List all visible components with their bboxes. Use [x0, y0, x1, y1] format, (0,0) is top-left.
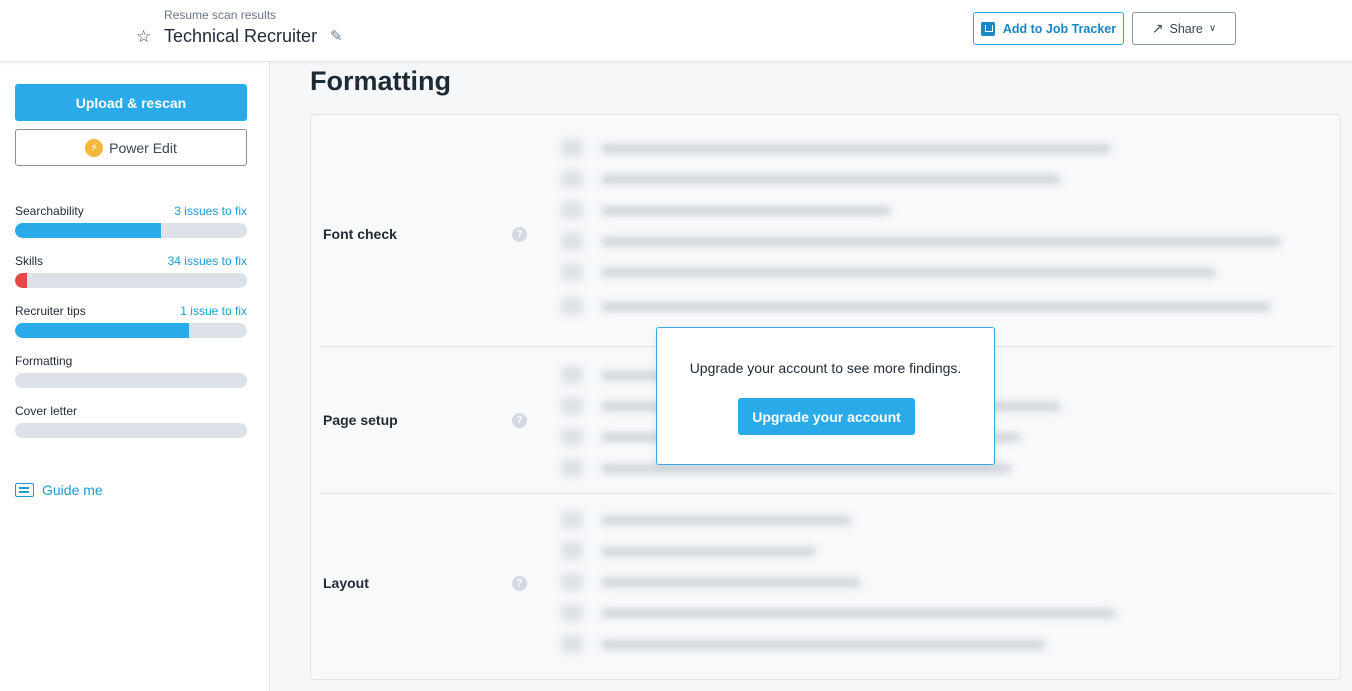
pencil-icon[interactable]: ✎ — [330, 27, 343, 45]
blurred-finding — [561, 573, 861, 591]
blurred-finding — [561, 635, 1051, 653]
row-label-page-setup: Page setup — [323, 412, 398, 428]
row-divider — [319, 493, 1334, 494]
metric-label: Formatting — [15, 354, 73, 368]
metric-issues-link[interactable]: 34 issues to fix — [168, 254, 247, 268]
progress-bar — [15, 423, 247, 438]
metric-formatting[interactable]: Formatting — [15, 354, 247, 388]
top-header: Resume scan results ☆ Technical Recruite… — [0, 0, 1352, 62]
share-button[interactable]: ↗ Share ∨ — [1132, 12, 1236, 45]
tracker-icon — [980, 21, 995, 36]
power-edit-label: Power Edit — [109, 139, 177, 156]
upgrade-modal: Upgrade your account to see more finding… — [656, 327, 995, 465]
progress-bar — [15, 373, 247, 388]
chevron-down-icon: ∨ — [1208, 23, 1217, 34]
blurred-finding — [561, 604, 1121, 622]
progress-bar-fill — [15, 323, 189, 338]
upload-rescan-button[interactable]: Upload & rescan — [15, 84, 247, 121]
blurred-finding — [561, 139, 1121, 157]
blurred-finding — [561, 201, 901, 219]
metric-label: Recruiter tips — [15, 304, 86, 318]
lightning-icon: ⚡ — [85, 138, 104, 157]
blurred-finding — [561, 542, 821, 560]
share-label: Share — [1169, 21, 1203, 36]
power-edit-button[interactable]: ⚡ Power Edit — [15, 129, 247, 166]
share-icon: ↗ — [1151, 20, 1164, 36]
upgrade-account-button[interactable]: Upgrade your account — [738, 398, 915, 435]
row-label-layout: Layout — [323, 575, 369, 591]
add-to-job-tracker-button[interactable]: Add to Job Tracker — [973, 12, 1124, 45]
progress-bar-fill — [15, 223, 162, 238]
metric-skills[interactable]: Skills 34 issues to fix — [15, 254, 247, 288]
progress-bar — [15, 323, 247, 338]
blurred-finding — [561, 263, 1221, 281]
metric-label: Searchability — [15, 204, 84, 218]
metric-label: Cover letter — [15, 404, 78, 418]
blurred-finding — [561, 170, 1061, 188]
help-icon[interactable]: ? — [512, 576, 527, 591]
metric-searchability[interactable]: Searchability 3 issues to fix — [15, 204, 247, 238]
star-icon[interactable]: ☆ — [136, 27, 151, 47]
metric-issues-link[interactable]: 3 issues to fix — [174, 204, 247, 218]
metric-recruiter-tips[interactable]: Recruiter tips 1 issue to fix — [15, 304, 247, 338]
progress-bar-fill — [15, 273, 27, 288]
add-to-job-tracker-label: Add to Job Tracker — [1002, 21, 1117, 36]
guide-me-link[interactable]: Guide me — [15, 482, 103, 498]
help-icon[interactable]: ? — [512, 413, 527, 428]
row-label-font-check: Font check — [323, 226, 397, 242]
upgrade-message: Upgrade your account to see more finding… — [689, 360, 962, 376]
metric-cover-letter[interactable]: Cover letter — [15, 404, 247, 438]
progress-bar — [15, 273, 247, 288]
page-title: Technical Recruiter — [164, 26, 318, 46]
guide-me-label: Guide me — [42, 482, 103, 498]
metric-label: Skills — [15, 254, 44, 268]
help-icon[interactable]: ? — [512, 227, 527, 242]
sidebar: Upload & rescan ⚡ Power Edit Searchabili… — [0, 62, 270, 691]
metric-issues-link[interactable]: 1 issue to fix — [180, 304, 247, 318]
blurred-finding — [561, 232, 1291, 250]
blurred-finding — [561, 297, 1281, 315]
blurred-finding — [561, 511, 861, 529]
progress-bar — [15, 223, 247, 238]
page-subtitle: Resume scan results — [164, 8, 277, 22]
section-title: Formatting — [310, 66, 451, 96]
guide-icon — [15, 483, 34, 497]
